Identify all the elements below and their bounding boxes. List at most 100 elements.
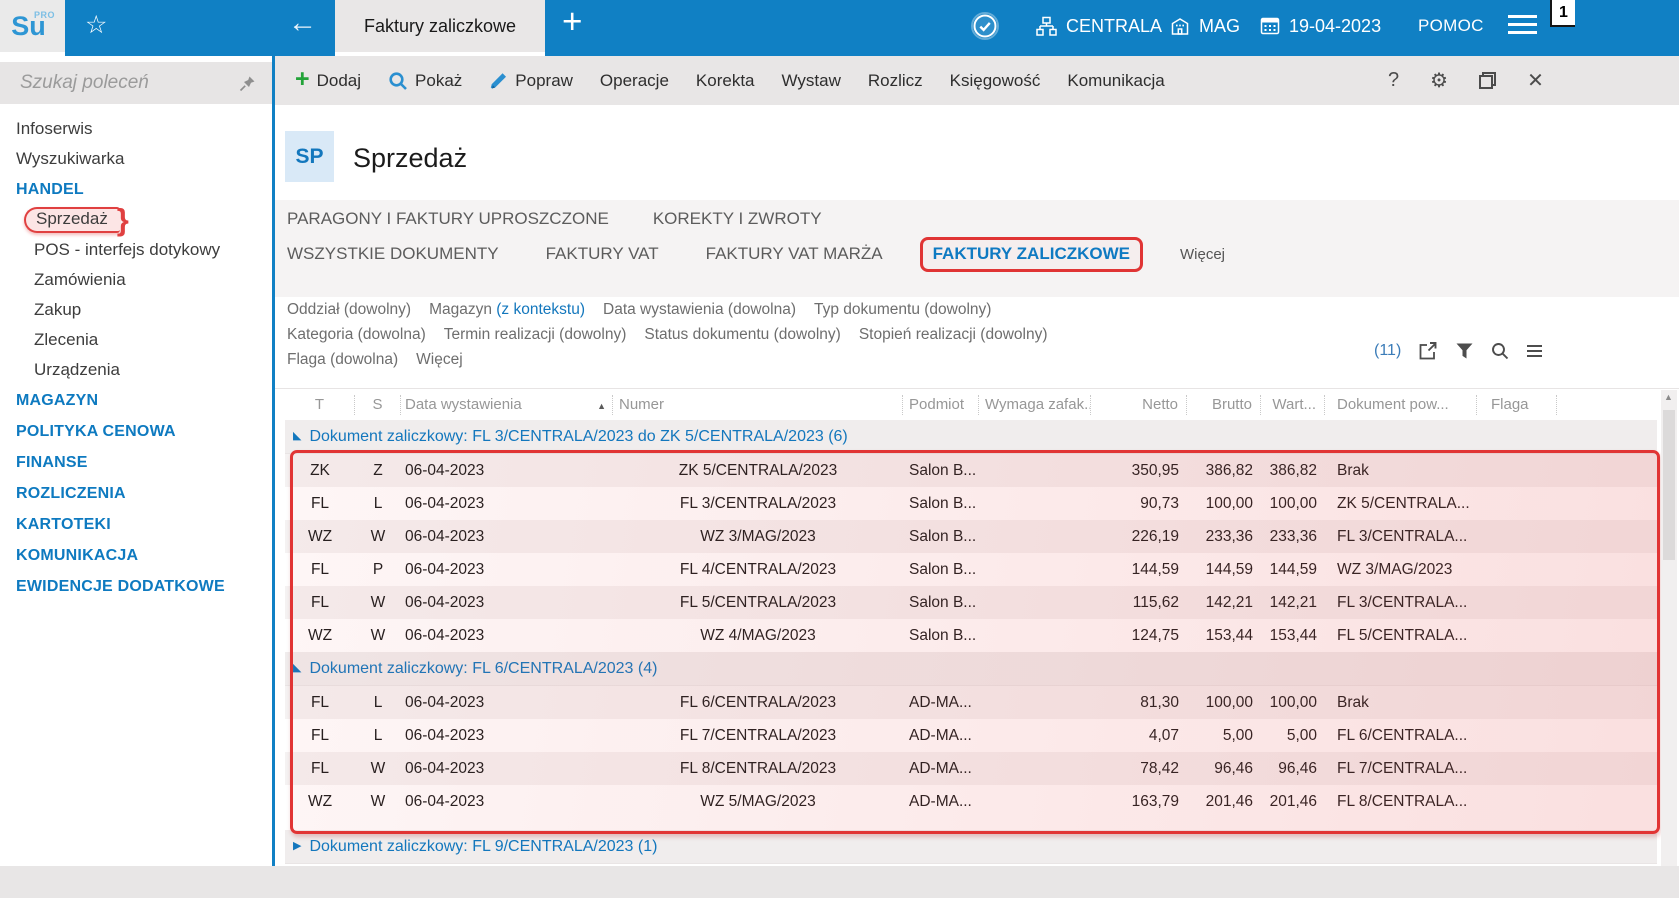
filter-termin-realizacji[interactable]: Termin realizacji (dowolny) bbox=[444, 326, 627, 344]
column-header-podmiot[interactable]: Podmiot bbox=[903, 395, 979, 415]
sidebar-item-polityka-cenowa[interactable]: POLITYKA CENOWA bbox=[0, 416, 272, 447]
column-header-brutto[interactable]: Brutto bbox=[1187, 395, 1261, 415]
sidebar-item-zakup[interactable]: Zakup bbox=[0, 295, 272, 325]
help-menu[interactable]: POMOC bbox=[1418, 0, 1484, 52]
tab-korekty-i-zwroty[interactable]: KOREKTY I ZWROTY bbox=[653, 209, 822, 229]
search-grid-icon[interactable] bbox=[1491, 342, 1509, 360]
sidebar-item-finanse[interactable]: FINANSE bbox=[0, 447, 272, 478]
sidebar-item-urządzenia[interactable]: Urządzenia bbox=[0, 355, 272, 385]
table-row[interactable]: ZK Z 06-04-2023 ZK 5/CENTRALA/2023 Salon B..… bbox=[285, 454, 1657, 487]
tab-paragony-i-faktury-uproszczone[interactable]: PARAGONY I FAKTURY UPROSZCZONE bbox=[287, 209, 609, 229]
cell-brutto: 201,46 bbox=[1205, 792, 1253, 810]
toolbar-dodaj[interactable]: + Dodaj bbox=[295, 67, 361, 92]
filter-data-wystawienia[interactable]: Data wystawienia (dowolna) bbox=[603, 301, 796, 319]
cell-brutto: 100,00 bbox=[1205, 693, 1253, 711]
tab-faktury-zaliczkowe[interactable]: FAKTURY ZALICZKOWE bbox=[933, 244, 1130, 263]
back-arrow-icon[interactable]: ← bbox=[288, 7, 317, 40]
filter-flaga[interactable]: Flaga (dowolna) bbox=[287, 351, 398, 369]
toolbar-pokaż[interactable]: Pokaż bbox=[388, 71, 462, 91]
tab-więcej[interactable]: Więcej bbox=[1180, 246, 1225, 263]
column-header-flaga[interactable]: Flaga bbox=[1477, 395, 1557, 415]
filter-value: (dowolny) bbox=[554, 325, 627, 343]
sidebar-item-wyszukiwarka[interactable]: Wyszukiwarka bbox=[0, 144, 272, 174]
status-check-icon[interactable] bbox=[970, 0, 1000, 52]
warehouse-selector[interactable]: MAG bbox=[1170, 0, 1240, 52]
cell-numer: FL 4/CENTRALA/2023 bbox=[679, 560, 837, 578]
sidebar-item-rozliczenia[interactable]: ROZLICZENIA bbox=[0, 478, 272, 509]
pin-icon[interactable] bbox=[239, 75, 256, 92]
sidebar-item-ewidencje-dodatkowe[interactable]: EWIDENCJE DODATKOWE bbox=[0, 571, 272, 602]
export-icon[interactable] bbox=[1419, 341, 1439, 360]
table-row[interactable]: FL L 06-04-2023 FL 6/CENTRALA/2023 AD-MA... 8… bbox=[285, 686, 1657, 719]
cell-data_wystawienia: 06-04-2023 bbox=[405, 626, 485, 644]
cell-netto: 226,19 bbox=[1131, 527, 1179, 545]
hamburger-menu-icon[interactable] bbox=[1508, 15, 1537, 39]
help-icon[interactable]: ? bbox=[1388, 69, 1399, 92]
new-tab-button[interactable]: + bbox=[562, 2, 582, 42]
filter-stopień-realizacji[interactable]: Stopień realizacji (dowolny) bbox=[859, 326, 1048, 344]
table-row[interactable]: WZ W 06-04-2023 WZ 4/MAG/2023 Salon B... 124,… bbox=[285, 619, 1657, 652]
column-header-data_wystawienia[interactable]: Data wystawienia ▲ bbox=[401, 395, 613, 415]
list-view-icon[interactable] bbox=[1527, 342, 1543, 360]
filter-typ-dokumentu[interactable]: Typ dokumentu (dowolny) bbox=[814, 301, 991, 319]
sidebar-item-komunikacja[interactable]: KOMUNIKACJA bbox=[0, 540, 272, 571]
column-header-wartosc[interactable]: Wart... bbox=[1261, 395, 1325, 415]
filter-więcej[interactable]: Więcej bbox=[416, 351, 463, 369]
group-row-fl-6-centrala-2023[interactable]: ◣ Dokument zaliczkowy: FL 6/CENTRALA/2023… bbox=[285, 652, 1657, 686]
sidebar-item-zamówienia[interactable]: Zamówienia bbox=[0, 265, 272, 295]
command-search-input[interactable]: Szukaj poleceń bbox=[0, 62, 272, 104]
sidebar-item-handel[interactable]: HANDEL bbox=[0, 174, 272, 205]
filter-magazyn[interactable]: Magazyn (z kontekstu) bbox=[429, 301, 585, 319]
sidebar-item-kartoteki[interactable]: KARTOTEKI bbox=[0, 509, 272, 540]
favorites-star-icon[interactable]: ☆ bbox=[85, 10, 107, 40]
gear-icon[interactable]: ⚙ bbox=[1430, 68, 1448, 93]
sidebar-item-magazyn[interactable]: MAGAZYN bbox=[0, 385, 272, 416]
active-window-tab[interactable]: Faktury zaliczkowe bbox=[335, 0, 545, 52]
scrollbar-up-arrow[interactable]: ▲ bbox=[1664, 392, 1673, 402]
table-row[interactable]: FL L 06-04-2023 FL 7/CENTRALA/2023 AD-MA... 4… bbox=[285, 719, 1657, 752]
toolbar-operacje[interactable]: Operacje bbox=[600, 71, 669, 91]
table-row[interactable]: FL L 06-04-2023 FL 3/CENTRALA/2023 Salon B..… bbox=[285, 487, 1657, 520]
table-row[interactable]: FL W 06-04-2023 FL 5/CENTRALA/2023 Salon B..… bbox=[285, 586, 1657, 619]
tab-wszystkie-dokumenty[interactable]: WSZYSTKIE DOKUMENTY bbox=[287, 244, 499, 264]
table-row[interactable]: FL W 06-04-2023 FL 8/CENTRALA/2023 AD-MA... 7… bbox=[285, 752, 1657, 785]
close-icon[interactable]: ✕ bbox=[1527, 68, 1544, 93]
sidebar-item-pos-interfejs-dotykowy[interactable]: POS - interfejs dotykowy bbox=[0, 235, 272, 265]
sidebar-item-sprzedaż[interactable]: Sprzedaż bbox=[0, 202, 272, 238]
tab-faktury-vat-marża[interactable]: FAKTURY VAT MARŻA bbox=[706, 244, 883, 264]
table-row[interactable]: FL P 06-04-2023 FL 4/CENTRALA/2023 Salon B..… bbox=[285, 553, 1657, 586]
column-header-netto[interactable]: Netto bbox=[1091, 395, 1187, 415]
toolbar-wystaw[interactable]: Wystaw bbox=[782, 71, 841, 91]
app-logo[interactable]: Su PRO bbox=[0, 0, 65, 52]
column-header-wymaga[interactable]: Wymaga zafak... bbox=[979, 395, 1091, 415]
cell-s: W bbox=[370, 792, 386, 810]
filter-funnel-icon[interactable] bbox=[1456, 343, 1473, 359]
branch-selector[interactable]: CENTRALA bbox=[1036, 0, 1162, 52]
table-row[interactable]: WZ W 06-04-2023 WZ 5/MAG/2023 AD-MA... 163,79… bbox=[285, 785, 1657, 818]
toolbar-popraw[interactable]: Popraw bbox=[489, 71, 573, 91]
toolbar-korekta[interactable]: Korekta bbox=[696, 71, 755, 91]
column-header-numer[interactable]: Numer bbox=[613, 395, 903, 415]
table-row[interactable]: WZ W 06-04-2023 WZ 3/MAG/2023 Salon B... 226,… bbox=[285, 520, 1657, 553]
toolbar-komunikacja[interactable]: Komunikacja bbox=[1067, 71, 1164, 91]
sidebar-item-zlecenia[interactable]: Zlecenia bbox=[0, 325, 272, 355]
toolbar-księgowość[interactable]: Księgowość bbox=[950, 71, 1041, 91]
cell-dokument_pow: WZ 3/MAG/2023 bbox=[1337, 560, 1453, 578]
filter-oddział[interactable]: Oddział (dowolny) bbox=[287, 301, 411, 319]
group-row-fl-9-centrala-2023[interactable]: ▶ Dokument zaliczkowy: FL 9/CENTRALA/2023… bbox=[285, 830, 1657, 864]
tab-faktury-vat[interactable]: FAKTURY VAT bbox=[546, 244, 659, 264]
column-header-t[interactable]: T bbox=[285, 395, 355, 415]
filter-status-dokumentu[interactable]: Status dokumentu (dowolny) bbox=[644, 326, 840, 344]
toolbar-rozlicz[interactable]: Rozlicz bbox=[868, 71, 923, 91]
scrollbar-thumb[interactable] bbox=[1663, 410, 1675, 560]
table-header: T S Data wystawienia ▲ Numer Podmiot Wymaga za… bbox=[285, 390, 1657, 420]
filter-kategoria[interactable]: Kategoria (dowolna) bbox=[287, 326, 426, 344]
column-header-s[interactable]: S bbox=[355, 395, 401, 415]
toolbar-label: Korekta bbox=[695, 70, 755, 90]
column-header-dokument_pow[interactable]: Dokument pow... bbox=[1325, 395, 1477, 415]
sidebar-item-infoserwis[interactable]: Infoserwis bbox=[0, 114, 272, 144]
group-row-fl-3-centrala-2023-do-zk-5-centrala-2023[interactable]: ◣ Dokument zaliczkowy: FL 3/CENTRALA/2023… bbox=[285, 420, 1657, 454]
restore-window-icon[interactable] bbox=[1479, 72, 1497, 89]
filter-value: (dowolna) bbox=[353, 325, 426, 343]
working-date-selector[interactable]: 19-04-2023 bbox=[1260, 0, 1381, 52]
